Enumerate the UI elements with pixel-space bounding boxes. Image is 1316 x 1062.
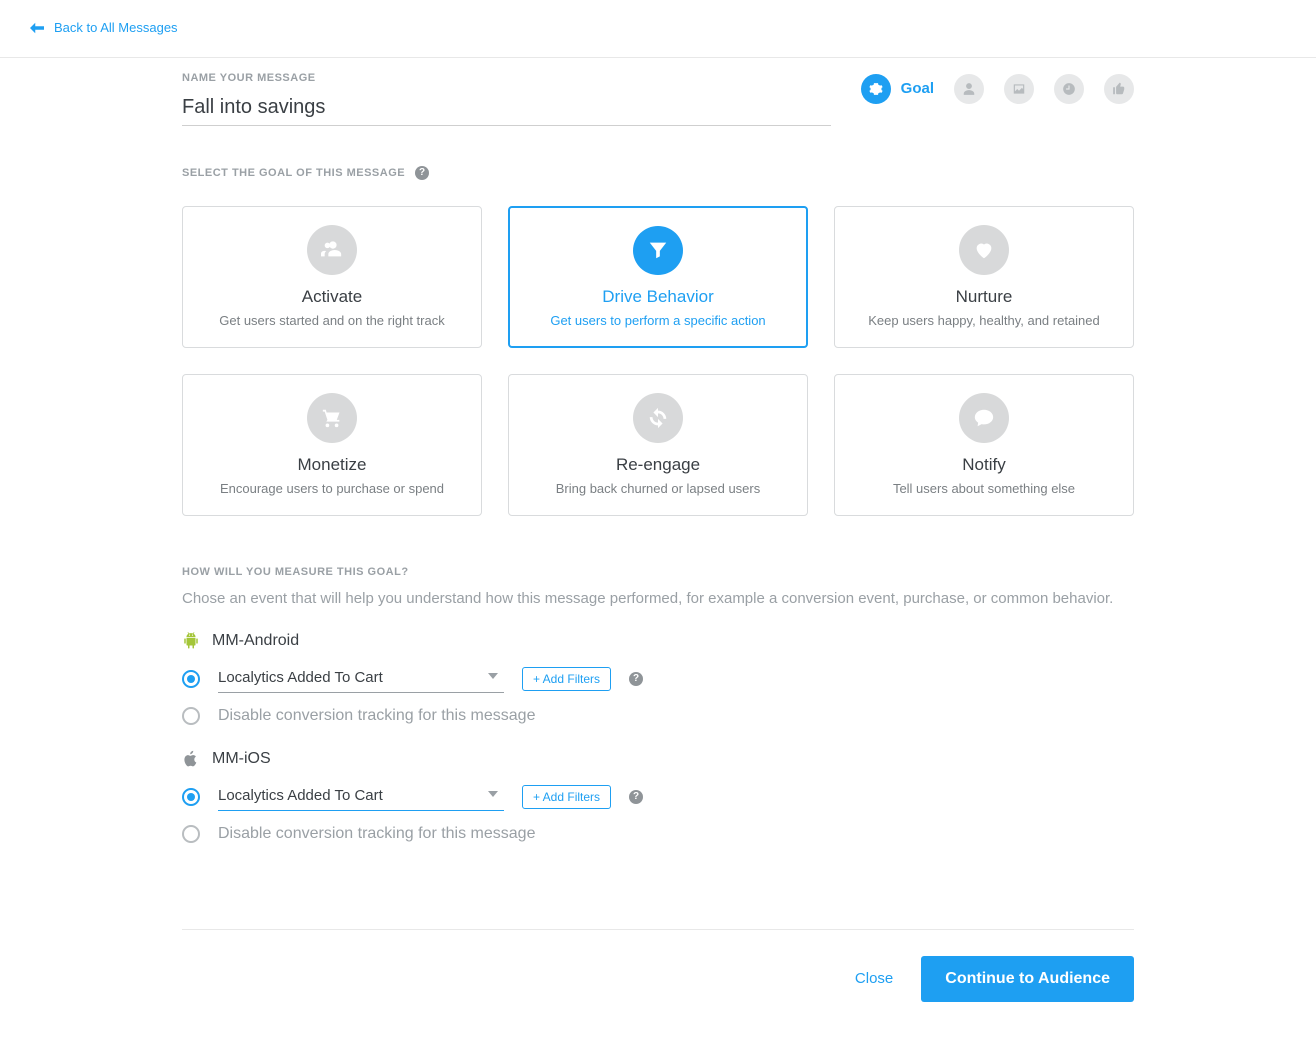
help-icon[interactable]: ? — [415, 166, 429, 180]
goal-card-notify[interactable]: Notify Tell users about something else — [834, 374, 1134, 516]
heart-icon — [973, 239, 995, 261]
measure-goal-label: HOW WILL YOU MEASURE THIS GOAL? — [182, 566, 409, 578]
android-event-select[interactable]: Localytics Added To Cart — [218, 665, 504, 693]
step-schedule[interactable] — [1054, 74, 1084, 104]
user-icon — [962, 82, 976, 96]
cart-icon — [321, 407, 343, 429]
platform-android: MM-Android Localytics Added To Cart + Ad… — [182, 631, 1134, 725]
goal-monetize-desc: Encourage users to purchase or spend — [220, 481, 444, 496]
back-link-label: Back to All Messages — [54, 20, 178, 35]
refresh-icon — [647, 407, 669, 429]
android-disable-label: Disable conversion tracking for this mes… — [218, 707, 535, 725]
funnel-icon — [647, 239, 669, 261]
goal-card-drive-behavior[interactable]: Drive Behavior Get users to perform a sp… — [508, 206, 808, 348]
back-to-messages-link[interactable]: Back to All Messages — [30, 20, 178, 35]
goal-nurture-desc: Keep users happy, healthy, and retained — [868, 313, 1100, 328]
android-add-filters-button[interactable]: + Add Filters — [522, 667, 611, 691]
goal-nurture-title: Nurture — [956, 287, 1013, 307]
android-event-value: Localytics Added To Cart — [218, 665, 504, 693]
name-message-label: NAME YOUR MESSAGE — [182, 72, 831, 84]
users-icon — [321, 239, 343, 261]
wizard-steps: Goal — [831, 72, 1134, 104]
ios-event-select[interactable]: Localytics Added To Cart — [218, 783, 504, 811]
ios-disable-radio[interactable] — [182, 825, 200, 843]
help-icon[interactable]: ? — [629, 672, 643, 686]
step-creative[interactable] — [1004, 74, 1034, 104]
goal-drive-title: Drive Behavior — [602, 287, 714, 307]
goal-monetize-title: Monetize — [298, 455, 367, 475]
android-icon — [182, 631, 200, 651]
step-goal-label: Goal — [901, 80, 934, 97]
android-event-radio[interactable] — [182, 670, 200, 688]
goal-notify-desc: Tell users about something else — [893, 481, 1075, 496]
image-icon — [1012, 82, 1026, 96]
gear-icon — [869, 82, 883, 96]
goal-notify-title: Notify — [962, 455, 1005, 475]
apple-icon — [182, 749, 200, 769]
message-name-input[interactable] — [182, 90, 831, 126]
goal-activate-title: Activate — [302, 287, 362, 307]
help-icon[interactable]: ? — [629, 790, 643, 804]
continue-button[interactable]: Continue to Audience — [921, 956, 1134, 1002]
step-goal[interactable]: Goal — [861, 74, 934, 104]
goal-reengage-desc: Bring back churned or lapsed users — [556, 481, 761, 496]
arrow-left-icon — [30, 22, 44, 34]
platform-android-name: MM-Android — [212, 632, 299, 650]
goal-drive-desc: Get users to perform a specific action — [550, 313, 765, 328]
clock-icon — [1062, 82, 1076, 96]
select-goal-label: SELECT THE GOAL OF THIS MESSAGE — [182, 167, 405, 179]
ios-event-value: Localytics Added To Cart — [218, 783, 504, 811]
platform-ios: MM-iOS Localytics Added To Cart + Add Fi… — [182, 749, 1134, 843]
android-disable-radio[interactable] — [182, 707, 200, 725]
ios-disable-label: Disable conversion tracking for this mes… — [218, 825, 535, 843]
measure-hint-text: Chose an event that will help you unders… — [182, 590, 1134, 607]
goal-card-reengage[interactable]: Re-engage Bring back churned or lapsed u… — [508, 374, 808, 516]
step-audience[interactable] — [954, 74, 984, 104]
chat-icon — [973, 407, 995, 429]
goal-card-nurture[interactable]: Nurture Keep users happy, healthy, and r… — [834, 206, 1134, 348]
platform-ios-name: MM-iOS — [212, 750, 271, 768]
goal-card-activate[interactable]: Activate Get users started and on the ri… — [182, 206, 482, 348]
ios-add-filters-button[interactable]: + Add Filters — [522, 785, 611, 809]
thumb-up-icon — [1112, 82, 1126, 96]
goal-activate-desc: Get users started and on the right track — [219, 313, 444, 328]
goal-card-monetize[interactable]: Monetize Encourage users to purchase or … — [182, 374, 482, 516]
step-confirm[interactable] — [1104, 74, 1134, 104]
goal-reengage-title: Re-engage — [616, 455, 700, 475]
ios-event-radio[interactable] — [182, 788, 200, 806]
close-link[interactable]: Close — [855, 970, 893, 987]
